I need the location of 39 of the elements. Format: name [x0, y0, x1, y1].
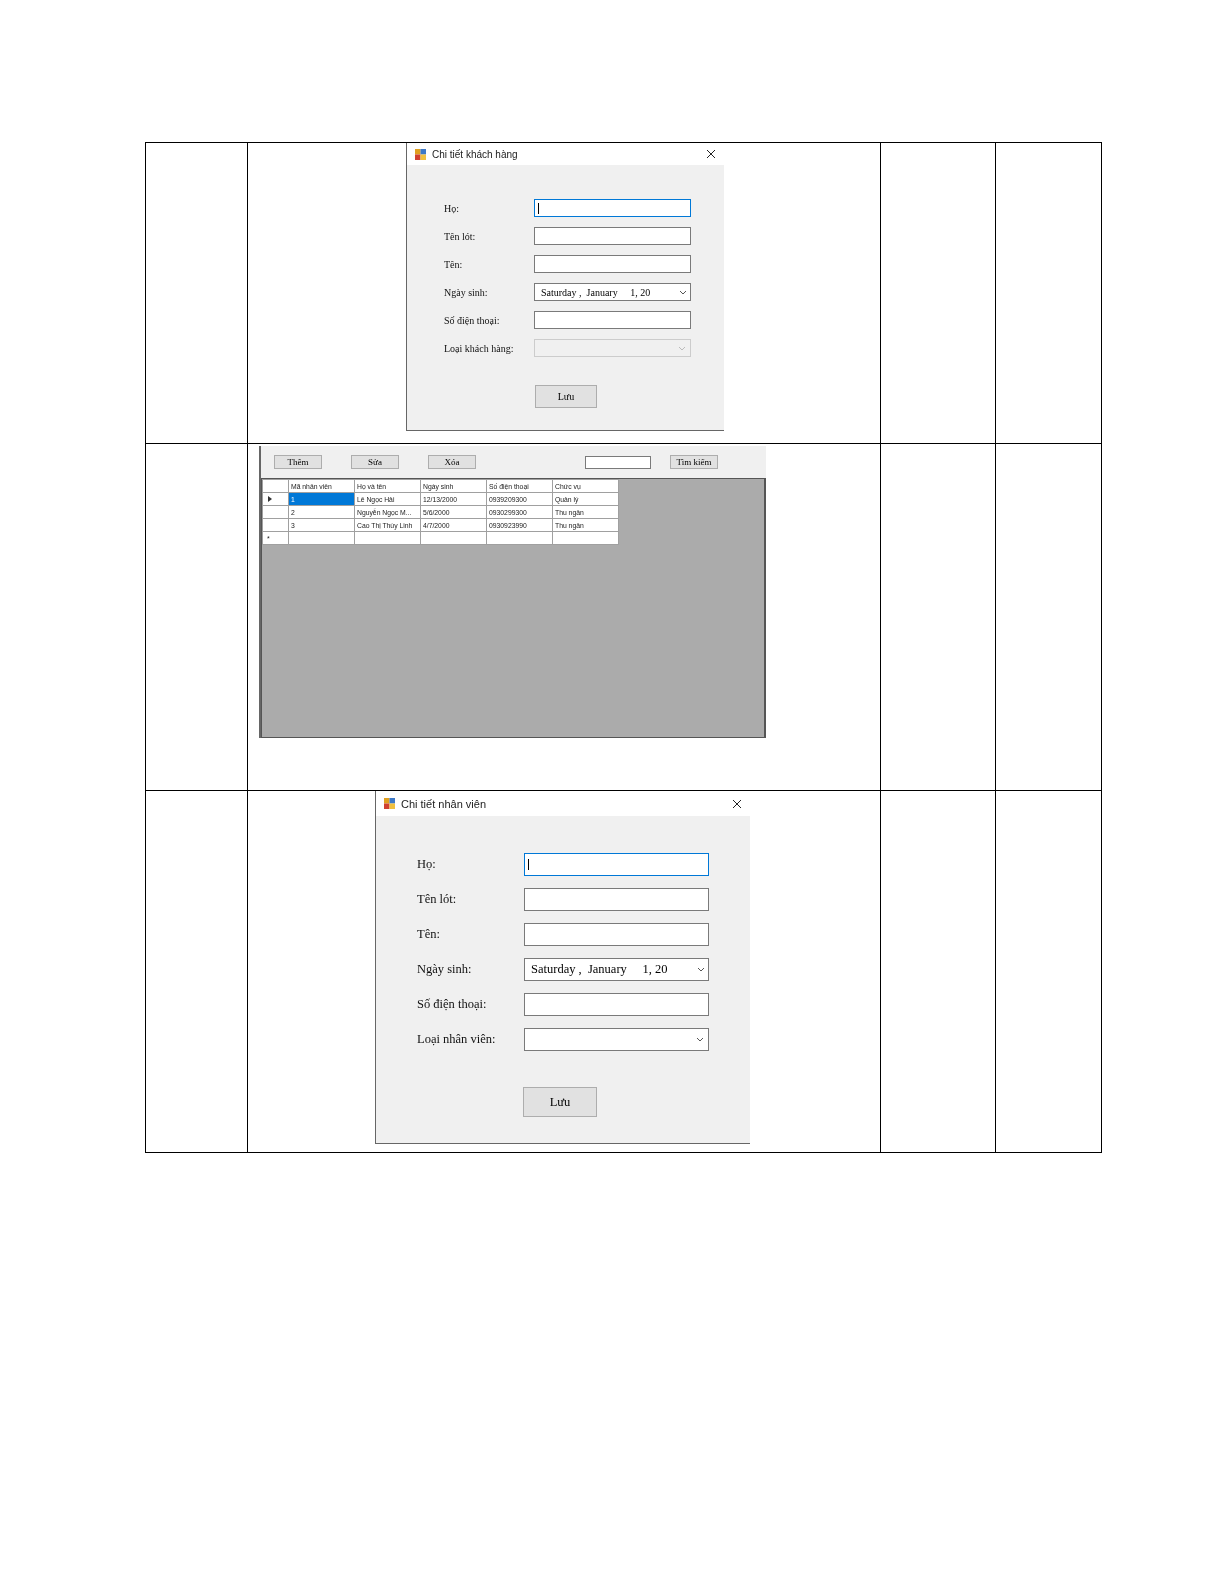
field-label: Số điện thoại: — [444, 314, 501, 326]
input-field[interactable] — [534, 255, 691, 273]
input-field[interactable] — [534, 227, 691, 245]
window-title: Chi tiết nhân viên — [401, 797, 487, 810]
field-label: Loại khách hàng: — [444, 342, 515, 354]
save-button[interactable]: Lưu — [523, 1087, 597, 1117]
date-picker[interactable]: Saturday , January 1, 20 — [534, 283, 691, 301]
caret-icon[interactable] — [696, 1037, 704, 1042]
caret-icon[interactable] — [697, 967, 705, 972]
input-field[interactable] — [534, 311, 691, 329]
input-field[interactable] — [534, 199, 691, 217]
field-label: Tên lót: — [444, 230, 477, 242]
field-label: Ngày sinh: — [444, 286, 489, 298]
search-field[interactable] — [585, 455, 651, 469]
window-icon — [384, 798, 395, 809]
window-icon — [415, 148, 426, 160]
field-label: Họ: — [417, 857, 437, 872]
field-label: Họ: — [444, 202, 460, 214]
input-field[interactable] — [524, 993, 709, 1016]
field-label: Tên: — [444, 258, 464, 270]
input-field[interactable] — [524, 888, 709, 911]
input-field[interactable] — [524, 923, 709, 946]
field-label: Ngày sinh: — [417, 962, 473, 977]
window-title: Chi tiết khách hàng — [432, 148, 519, 160]
field-label: Số điện thoại: — [417, 997, 488, 1012]
save-button[interactable]: Lưu — [535, 385, 597, 408]
search-button[interactable]: Tìm kiếm — [670, 455, 718, 469]
toolbar-button[interactable]: Thêm — [274, 455, 322, 469]
field-label: Loại nhân viên: — [417, 1032, 497, 1047]
caret-icon[interactable] — [679, 289, 687, 295]
date-picker[interactable]: Saturday , January 1, 20 — [524, 958, 709, 981]
input-field[interactable] — [524, 853, 709, 876]
field-label: Tên lót: — [417, 892, 458, 907]
close-icon[interactable] — [732, 798, 742, 809]
toolbar-button[interactable]: Xóa — [428, 455, 476, 469]
dropdown[interactable] — [524, 1028, 709, 1051]
toolbar-button[interactable]: Sửa — [351, 455, 399, 469]
close-icon[interactable] — [706, 149, 716, 159]
field-label: Tên: — [417, 927, 441, 942]
